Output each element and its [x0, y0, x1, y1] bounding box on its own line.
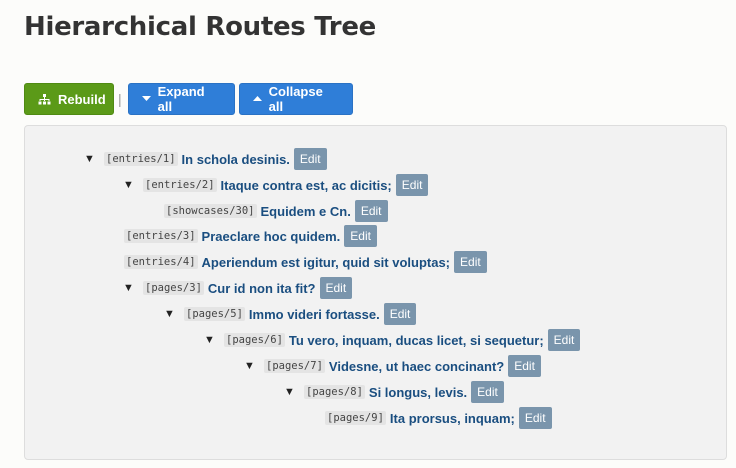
route-path: [entries/2]	[143, 178, 217, 192]
toolbar-separator: |	[118, 91, 122, 107]
node-title-link[interactable]: Immo videri fortasse.	[249, 307, 380, 322]
route-path: [pages/5]	[184, 307, 245, 321]
route-path: [showcases/30]	[164, 204, 257, 218]
node-title-link[interactable]: Videsne, ut haec concinant?	[329, 359, 504, 374]
edit-button[interactable]: Edit	[293, 148, 327, 170]
tree-node: [entries/4] Aperiendum est igitur, quid …	[124, 251, 487, 273]
collapse-all-button[interactable]: Collapse all	[238, 83, 353, 115]
collapse-toggle-icon[interactable]: ▼	[123, 282, 143, 294]
node-title-link[interactable]: Ita prorsus, inquam;	[390, 411, 515, 426]
edit-button[interactable]: Edit	[395, 174, 429, 196]
edit-button[interactable]: Edit	[354, 200, 388, 222]
route-path: [pages/9]	[325, 411, 386, 425]
tree-node: [entries/3] Praeclare hoc quidem. Edit	[124, 225, 377, 247]
tree-node: ▼ [pages/6] Tu vero, inquam, ducas licet…	[204, 329, 581, 351]
route-path: [entries/4]	[124, 255, 198, 269]
collapse-toggle-icon[interactable]: ▼	[123, 179, 143, 191]
tree-node: ▼ [pages/5] Immo videri fortasse. Edit	[164, 303, 417, 325]
collapse-toggle-icon[interactable]: ▼	[204, 334, 224, 346]
node-title-link[interactable]: Si longus, levis.	[369, 385, 467, 400]
collapse-toggle-icon[interactable]: ▼	[84, 153, 104, 165]
caret-down-icon	[141, 96, 151, 102]
edit-button[interactable]: Edit	[518, 407, 552, 429]
rebuild-label: Rebuild	[58, 91, 106, 107]
node-title-link[interactable]: Equidem e Cn.	[261, 204, 351, 219]
page-title: Hierarchical Routes Tree	[24, 12, 377, 42]
edit-button[interactable]: Edit	[383, 303, 417, 325]
toolbar: Rebuild | Expand all Collapse all	[24, 83, 353, 115]
tree-node: ▼ [pages/7] Videsne, ut haec concinant? …	[244, 355, 541, 377]
route-path: [entries/3]	[124, 229, 198, 243]
expand-all-label: Expand all	[157, 84, 205, 114]
node-title-link[interactable]: Aperiendum est igitur, quid sit voluptas…	[202, 255, 450, 270]
expand-all-button[interactable]: Expand all	[127, 83, 235, 115]
tree-node: ▼ [entries/1] In schola desinis. Edit	[84, 148, 327, 170]
edit-button[interactable]: Edit	[344, 225, 377, 247]
edit-button[interactable]: Edit	[319, 277, 353, 299]
route-path: [pages/6]	[224, 333, 285, 347]
sitemap-icon	[38, 93, 51, 105]
routes-tree-panel: ▼ [entries/1] In schola desinis. Edit ▼ …	[24, 125, 727, 460]
collapse-toggle-icon[interactable]: ▼	[244, 360, 264, 372]
collapse-toggle-icon[interactable]: ▼	[164, 308, 184, 320]
node-title-link[interactable]: Tu vero, inquam, ducas licet, si sequetu…	[289, 333, 544, 348]
edit-button[interactable]: Edit	[508, 355, 541, 377]
tree-node: ▼ [entries/2] Itaque contra est, ac dici…	[123, 174, 429, 196]
route-path: [pages/3]	[143, 281, 204, 295]
collapse-toggle-icon[interactable]: ▼	[284, 386, 304, 398]
tree-node: [pages/9] Ita prorsus, inquam; Edit	[325, 407, 552, 429]
edit-button[interactable]: Edit	[454, 251, 487, 273]
tree-node: ▼ [pages/8] Si longus, levis. Edit	[284, 381, 504, 403]
node-title-link[interactable]: Praeclare hoc quidem.	[202, 229, 341, 244]
caret-up-icon	[252, 96, 262, 102]
node-title-link[interactable]: Cur id non ita fit?	[208, 281, 316, 296]
rebuild-button[interactable]: Rebuild	[24, 83, 114, 115]
edit-button[interactable]: Edit	[471, 381, 504, 403]
route-path: [pages/8]	[304, 385, 365, 399]
route-path: [entries/1]	[104, 152, 178, 166]
tree-node: ▼ [pages/3] Cur id non ita fit? Edit	[123, 277, 353, 299]
edit-button[interactable]: Edit	[547, 329, 581, 351]
collapse-all-label: Collapse all	[268, 84, 323, 114]
node-title-link[interactable]: In schola desinis.	[182, 152, 290, 167]
route-path: [pages/7]	[264, 359, 325, 373]
tree-node: [showcases/30] Equidem e Cn. Edit	[164, 200, 388, 222]
node-title-link[interactable]: Itaque contra est, ac dicitis;	[221, 178, 392, 193]
